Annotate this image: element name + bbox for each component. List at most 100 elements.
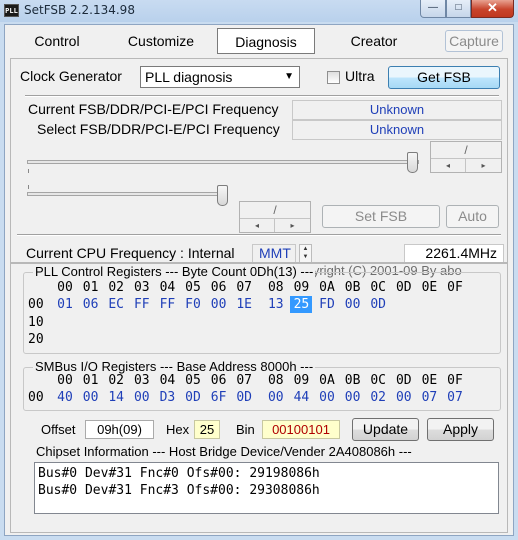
chipset-info-title: Chipset Information --- Host Bridge Devi… (34, 444, 414, 459)
register-cell[interactable]: FD (316, 296, 338, 313)
column-header: 0E (421, 373, 438, 388)
column-header: 04 (159, 373, 176, 388)
frequency-spinbox[interactable]: / ◂ ▸ (430, 141, 502, 173)
register-cell[interactable]: 00 (208, 296, 230, 313)
register-cell[interactable]: 1E (233, 296, 255, 313)
register-cell[interactable]: 00 (342, 389, 364, 406)
register-cell[interactable]: 06 (80, 296, 102, 313)
apply-button[interactable]: Apply (427, 418, 494, 441)
register-cell[interactable]: 0D (233, 389, 255, 406)
spin-left-icon[interactable]: ◂ (431, 158, 466, 172)
ultra-checkbox[interactable] (327, 71, 340, 84)
fsb-slider-thumb[interactable] (407, 152, 418, 173)
register-cell[interactable]: 6F (208, 389, 230, 406)
auto-button[interactable]: Auto (446, 205, 499, 228)
register-cell[interactable]: 00 (316, 389, 338, 406)
register-cell[interactable]: 02 (367, 389, 389, 406)
column-header: 04 (159, 280, 176, 295)
column-header: 07 (236, 280, 253, 295)
register-cell[interactable]: D3 (156, 389, 178, 406)
chevron-down-icon: ▼ (284, 71, 294, 82)
register-cell[interactable]: 00 (393, 389, 415, 406)
secondary-slider-thumb[interactable] (217, 185, 228, 206)
column-header: 0B (344, 373, 361, 388)
clock-generator-select[interactable]: PLL diagnosis ▼ (140, 66, 300, 88)
register-cell[interactable]: 13 (265, 296, 287, 313)
column-header: 02 (108, 280, 125, 295)
divider (25, 95, 499, 97)
slider-tick (28, 185, 29, 189)
row-address: 00 (28, 390, 44, 405)
register-cell[interactable]: 00 (131, 389, 153, 406)
maximize-button[interactable]: □ (446, 0, 471, 18)
cpu-source-spin[interactable]: ▲ ▼ (299, 244, 312, 263)
cpu-frequency-value: 2261.4MHz (404, 244, 504, 263)
hex-field[interactable]: 25 (194, 420, 220, 439)
capture-button[interactable]: Capture (445, 30, 503, 52)
tab-creator[interactable]: Creator (335, 28, 413, 54)
column-header: 07 (236, 373, 253, 388)
register-cell[interactable]: 25 (290, 296, 313, 313)
window-title: SetFSB 2.2.134.98 (24, 3, 135, 17)
diagnosis-panel: Clock Generator PLL diagnosis ▼ Ultra Ge… (10, 58, 508, 278)
chipset-info-box[interactable]: Bus#0 Dev#31 Fnc#0 Ofs#00: 29198086h Bus… (34, 462, 499, 514)
spin-right-icon[interactable]: ▸ (275, 218, 310, 232)
column-header: 00 (57, 373, 73, 388)
close-button[interactable]: ✕ (471, 0, 514, 18)
spin-left-icon[interactable]: ◂ (240, 218, 275, 232)
tab-diagnosis[interactable]: Diagnosis (217, 28, 315, 54)
register-cell[interactable]: 07 (444, 389, 466, 406)
register-cell[interactable]: 0D (182, 389, 204, 406)
register-cell[interactable]: 00 (265, 389, 287, 406)
hex-label: Hex (166, 422, 190, 437)
frequency-spin-value: / (464, 143, 468, 157)
register-cell[interactable]: FF (131, 296, 153, 313)
register-cell[interactable]: 14 (105, 389, 127, 406)
column-header: 03 (133, 373, 150, 388)
pll-registers-title: PLL Control Registers --- Byte Count 0Dh… (33, 264, 316, 279)
cpu-frequency-label: Current CPU Frequency : Internal (26, 245, 235, 261)
clock-generator-value: PLL diagnosis (145, 69, 233, 85)
column-header: 03 (133, 280, 150, 295)
offset-label: Offset (41, 422, 76, 437)
get-fsb-button[interactable]: Get FSB (388, 66, 500, 89)
register-cell[interactable]: 01 (54, 296, 76, 313)
register-cell[interactable]: FF (156, 296, 178, 313)
row-address: 00 (28, 297, 44, 312)
current-frequency-label: Current FSB/DDR/PCI-E/PCI Frequency (28, 101, 279, 117)
register-cell[interactable]: EC (105, 296, 127, 313)
app-icon: PLL (4, 4, 19, 17)
minimize-button[interactable]: — (420, 0, 446, 18)
register-cell[interactable]: 44 (290, 389, 312, 406)
register-cell[interactable]: 0D (367, 296, 389, 313)
set-fsb-button[interactable]: Set FSB (322, 205, 440, 228)
column-header: 0F (447, 373, 463, 388)
register-cell[interactable]: 40 (54, 389, 76, 406)
column-header: 0B (344, 280, 361, 295)
bin-field[interactable]: 00100101 (262, 420, 340, 439)
slider-tick (28, 169, 29, 173)
register-cell[interactable]: F0 (182, 296, 204, 313)
chipset-info-group: Chipset Information --- Host Bridge Devi… (23, 444, 501, 527)
bin-label: Bin (236, 422, 255, 437)
fsb-slider-track[interactable] (27, 160, 419, 164)
divider (17, 234, 501, 236)
tab-customize[interactable]: Customize (118, 28, 204, 54)
register-cell[interactable]: 07 (418, 389, 440, 406)
row-address: 20 (28, 332, 44, 347)
register-cell[interactable]: 00 (80, 389, 102, 406)
spin-right-icon[interactable]: ▸ (466, 158, 501, 172)
column-header: 01 (82, 280, 99, 295)
title-bar[interactable]: PLL SetFSB 2.2.134.98 — □ ✕ (0, 0, 518, 22)
cpu-source-field[interactable]: MMT (252, 244, 296, 263)
secondary-slider-track[interactable] (27, 192, 226, 196)
update-button[interactable]: Update (352, 418, 419, 441)
registers-panel: PLL Control Registers --- Byte Count 0Dh… (10, 262, 508, 533)
column-header: 05 (185, 373, 201, 388)
register-cell[interactable]: 00 (342, 296, 364, 313)
tab-control[interactable]: Control (22, 28, 92, 54)
current-frequency-value: Unknown (292, 100, 502, 120)
offset-field[interactable]: 09h(09) (85, 420, 154, 439)
secondary-spinbox[interactable]: / ◂ ▸ (239, 201, 311, 233)
column-header: 06 (210, 373, 227, 388)
